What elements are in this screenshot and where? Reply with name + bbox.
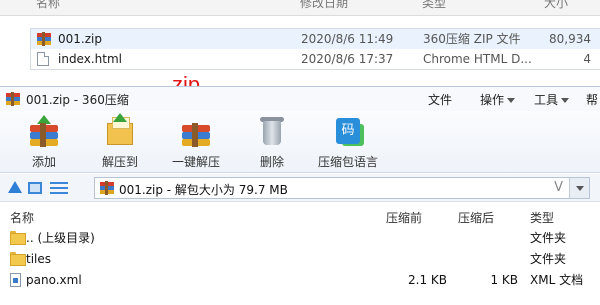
trash-icon bbox=[256, 115, 288, 147]
zip-icon bbox=[100, 181, 114, 195]
entry-size-after: 1 KB bbox=[490, 273, 518, 287]
entry-type: 文件夹 bbox=[530, 252, 567, 266]
archive-window: 001.zip - 360压缩 文件 操作 工具 帮 添加 解压到 一键解压 删… bbox=[0, 86, 600, 305]
menu-help-label: 帮 bbox=[586, 93, 599, 107]
one-click-extract-label: 一键解压 bbox=[171, 155, 220, 169]
path-field[interactable]: 001.zip - 解包大小为 79.7 MB V bbox=[94, 177, 590, 199]
file-type: 360压缩 ZIP 文件 bbox=[423, 32, 521, 46]
title-bar: 001.zip - 360压缩 文件 操作 工具 帮 bbox=[0, 87, 600, 111]
extract-to-button[interactable]: 解压到 bbox=[88, 113, 152, 171]
folder-icon bbox=[10, 231, 26, 245]
folder-icon bbox=[10, 252, 26, 266]
zip-icon bbox=[37, 32, 51, 46]
chevron-down-icon bbox=[507, 98, 516, 103]
extract-to-label: 解压到 bbox=[101, 155, 138, 169]
archive-language-icon: 码 bbox=[332, 115, 364, 147]
entry-size-before: 2.1 KB bbox=[408, 273, 447, 287]
menu-operate[interactable]: 操作 bbox=[480, 91, 516, 108]
menu-file[interactable]: 文件 bbox=[428, 91, 452, 108]
add-label: 添加 bbox=[31, 155, 56, 169]
entry-type: XML 文档 bbox=[530, 273, 584, 287]
entry-name: tiles bbox=[26, 252, 52, 266]
window-title: 001.zip - 360压缩 bbox=[26, 93, 129, 107]
column-date[interactable]: 修改日期 bbox=[300, 0, 348, 11]
chevron-down-icon bbox=[561, 98, 570, 103]
col-after[interactable]: 压缩后 bbox=[458, 209, 494, 226]
file-name: index.html bbox=[58, 52, 122, 66]
one-click-extract-button[interactable]: 一键解压 bbox=[164, 115, 228, 171]
col-type[interactable]: 类型 bbox=[530, 209, 554, 226]
menu-help[interactable]: 帮 bbox=[586, 91, 598, 108]
address-bar: 001.zip - 解包大小为 79.7 MB V bbox=[0, 174, 600, 202]
file-name: 001.zip bbox=[58, 32, 102, 46]
menu-tools-label: 工具 bbox=[534, 93, 559, 107]
entry-name: .. (上级目录) bbox=[26, 231, 95, 245]
list-item[interactable]: .. (上级目录) 文件夹 bbox=[0, 228, 600, 248]
column-size[interactable]: 大小 bbox=[544, 0, 568, 11]
add-archive-icon bbox=[28, 115, 60, 147]
list-item[interactable]: pano.xml 2.1 KB 1 KB XML 文档 bbox=[0, 270, 600, 290]
extract-to-icon bbox=[104, 113, 136, 147]
file-date: 2020/8/6 11:49 bbox=[301, 32, 394, 46]
toolbar: 添加 解压到 一键解压 删除 码 压缩包语言 bbox=[0, 111, 600, 173]
archive-language-label: 压缩包语言 bbox=[317, 155, 378, 169]
one-click-extract-icon bbox=[180, 115, 212, 147]
file-date: 2020/8/6 17:37 bbox=[301, 52, 394, 66]
file-size: 80,934 bbox=[549, 32, 591, 46]
delete-button[interactable]: 删除 bbox=[240, 115, 304, 171]
explorer-column-header: 名称 修改日期 类型 大小 bbox=[0, 0, 600, 16]
file-row-zip[interactable]: 001.zip 2020/8/6 11:49 360压缩 ZIP 文件 80,9… bbox=[31, 29, 600, 49]
chevron-down-icon[interactable] bbox=[569, 178, 589, 198]
address-trailing: V bbox=[554, 180, 563, 195]
app-zip-icon bbox=[6, 92, 20, 106]
file-row-html[interactable]: index.html 2020/8/6 17:37 Chrome HTML D.… bbox=[31, 49, 600, 69]
delete-label: 删除 bbox=[259, 155, 284, 169]
column-name[interactable]: 名称 bbox=[36, 0, 60, 11]
col-name[interactable]: 名称 bbox=[10, 209, 34, 226]
list-header: 名称 压缩前 压缩后 类型 bbox=[0, 208, 600, 226]
entry-type: 文件夹 bbox=[530, 231, 567, 245]
up-arrow-icon[interactable] bbox=[8, 181, 22, 193]
list-item[interactable]: tiles 文件夹 bbox=[0, 249, 600, 269]
path-text: 001.zip - 解包大小为 79.7 MB bbox=[119, 183, 288, 197]
menu-tools[interactable]: 工具 bbox=[534, 91, 570, 108]
column-type[interactable]: 类型 bbox=[422, 0, 446, 11]
add-button[interactable]: 添加 bbox=[12, 115, 76, 171]
file-size: 4 bbox=[583, 52, 591, 66]
selected-files-box: 001.zip 2020/8/6 11:49 360压缩 ZIP 文件 80,9… bbox=[30, 28, 600, 70]
menu-operate-label: 操作 bbox=[480, 93, 505, 107]
archive-language-button[interactable]: 码 压缩包语言 bbox=[316, 115, 380, 171]
file-type: Chrome HTML D... bbox=[423, 52, 532, 66]
col-before[interactable]: 压缩前 bbox=[386, 209, 422, 226]
menu-file-label: 文件 bbox=[428, 93, 453, 107]
xml-file-icon bbox=[10, 273, 21, 287]
thumbnail-view-icon[interactable] bbox=[28, 182, 42, 194]
list-view-icon[interactable] bbox=[50, 181, 68, 195]
file-explorer: 名称 修改日期 类型 大小 001.zip 2020/8/6 11:49 360… bbox=[0, 0, 600, 84]
entry-name: pano.xml bbox=[26, 273, 82, 287]
document-icon bbox=[37, 52, 51, 66]
screenshot: 名称 修改日期 类型 大小 001.zip 2020/8/6 11:49 360… bbox=[0, 0, 600, 305]
